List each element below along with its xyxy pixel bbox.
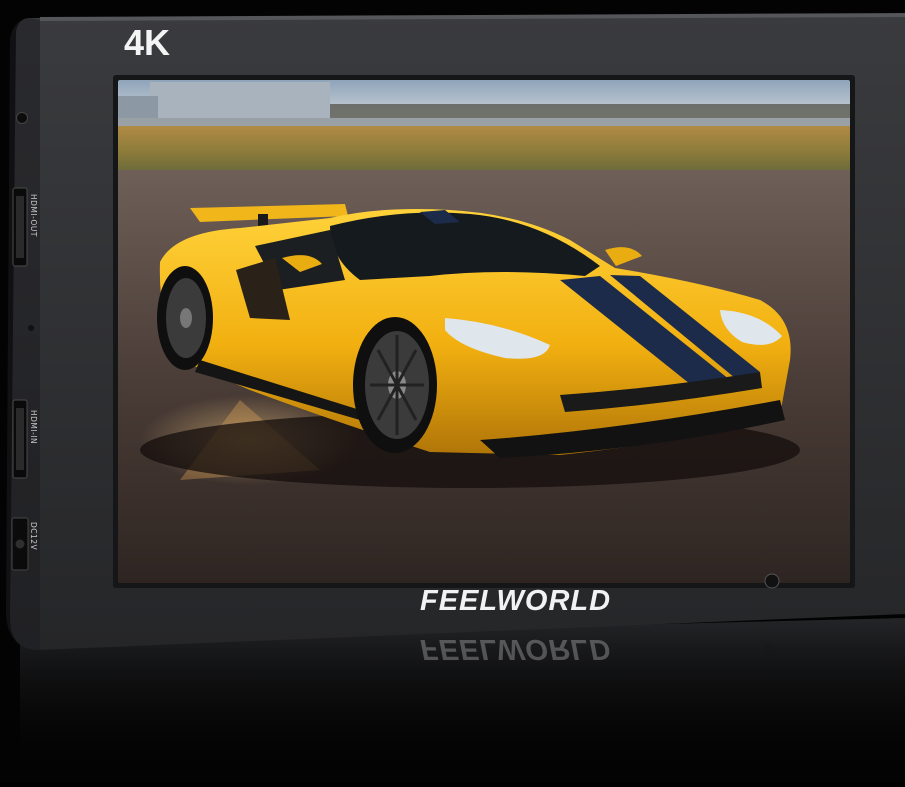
brand-logo-reflection: FEELWORLD: [420, 633, 612, 665]
dc-input-label: DC12V: [29, 522, 38, 551]
hdmi-out-port-inner: [16, 196, 24, 258]
dc-power-pin: [15, 539, 25, 549]
side-screw: [28, 325, 34, 331]
screen-display: [118, 80, 850, 583]
car-front-wheel: [353, 317, 437, 453]
power-button[interactable]: [764, 573, 780, 589]
hdmi-in-label: HDMI-IN: [29, 410, 38, 445]
headphone-jack: [16, 112, 28, 124]
hdmi-in-port-inner: [16, 408, 24, 470]
resolution-badge: 4K: [124, 22, 171, 63]
hangar-annex: [118, 96, 158, 120]
grass-strip: [118, 126, 850, 172]
car-rear-wheel: [157, 266, 213, 370]
power-button-reflection: [764, 644, 776, 656]
hdmi-out-label: HDMI-OUT: [29, 194, 38, 237]
aircraft-row: [118, 118, 850, 126]
hangar-building: [150, 82, 330, 120]
brand-logo: FEELWORLD: [420, 585, 612, 617]
